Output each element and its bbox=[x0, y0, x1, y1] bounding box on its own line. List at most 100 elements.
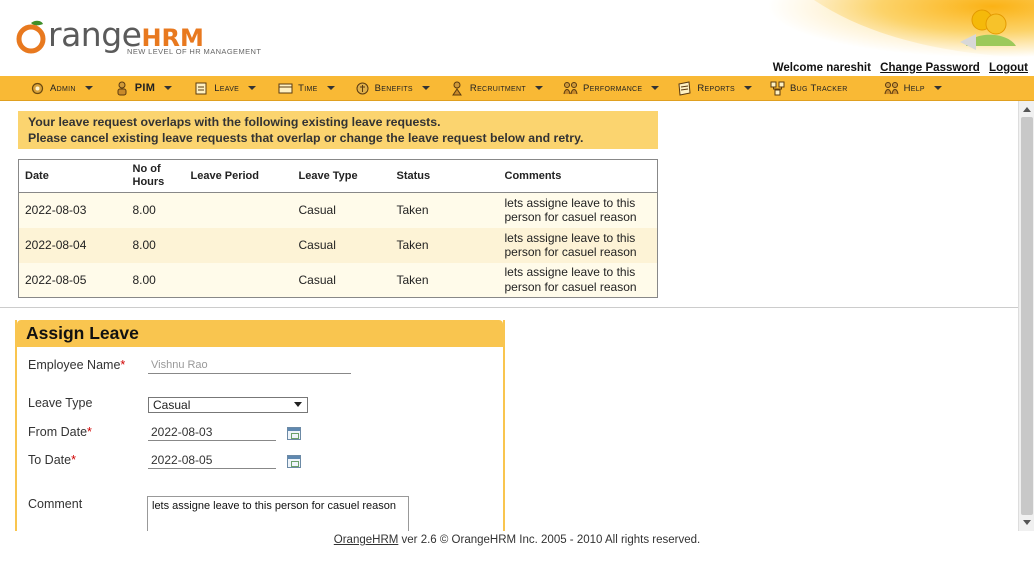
leave-icon bbox=[194, 81, 209, 96]
footer-text: ver 2.6 © OrangeHRM Inc. 2005 - 2010 All… bbox=[398, 534, 701, 546]
recruitment-icon bbox=[450, 81, 465, 96]
cell-comment: lets assigne leave to this person for cas… bbox=[498, 227, 658, 263]
cell-type: Casual bbox=[292, 262, 391, 298]
footer: OrangeHRM ver 2.6 © OrangeHRM Inc. 2005 … bbox=[0, 531, 1034, 571]
menu-label: Time bbox=[298, 82, 318, 94]
from-date-input[interactable]: 2022-08-03 bbox=[148, 425, 276, 441]
menu-label: Bug Tracker bbox=[790, 82, 848, 94]
admin-icon bbox=[30, 81, 45, 96]
header-decoration bbox=[754, 0, 1034, 64]
menu-label: Reports bbox=[697, 82, 735, 94]
chevron-down-icon bbox=[651, 86, 660, 90]
comment-line1: lets assigne leave to this bbox=[504, 230, 636, 245]
comment-line2: person for casuel reason bbox=[504, 245, 637, 259]
scroll-down-icon[interactable] bbox=[1023, 520, 1031, 525]
col-status: Status bbox=[390, 159, 499, 193]
menu-time[interactable]: Time bbox=[276, 76, 336, 101]
menu-benefits[interactable]: Benefits bbox=[353, 76, 432, 101]
reports-icon bbox=[677, 80, 692, 96]
comment-label: Comment bbox=[28, 497, 83, 511]
menu-pim[interactable]: PIM bbox=[113, 76, 174, 101]
orangehrm-logo[interactable]: rangeHRM NEW LEVEL OF HR MANAGEMENT bbox=[12, 6, 282, 66]
user-bar: Welcome nareshit Change Password Logout bbox=[773, 62, 1028, 74]
to-date-input[interactable]: 2022-08-05 bbox=[148, 453, 276, 469]
col-hours: No of Hours bbox=[126, 159, 185, 193]
chevron-down-icon bbox=[164, 86, 173, 90]
table-row: 2022-08-05 8.00 Casual Taken lets assign… bbox=[18, 262, 658, 298]
header: rangeHRM NEW LEVEL OF HR MANAGEMENT Welc… bbox=[0, 0, 1034, 76]
performance-icon bbox=[563, 81, 578, 96]
warning-line-1: Your leave request overlaps with the fol… bbox=[28, 115, 441, 129]
cell-hours: 8.00 bbox=[126, 262, 185, 298]
cell-hours: 8.00 bbox=[126, 192, 185, 228]
chevron-down-icon bbox=[744, 86, 752, 90]
divider bbox=[0, 307, 1018, 308]
cell-period bbox=[184, 227, 293, 263]
col-leave-type: Leave Type bbox=[292, 159, 391, 193]
menu-leave[interactable]: Leave bbox=[192, 76, 258, 101]
comment-textarea[interactable]: lets assigne leave to this person for ca… bbox=[147, 496, 409, 531]
logout-link[interactable]: Logout bbox=[989, 62, 1028, 74]
menu-label: Leave bbox=[214, 82, 240, 94]
cell-status: Taken bbox=[390, 227, 499, 263]
scrollbar-thumb[interactable] bbox=[1021, 117, 1033, 515]
col-leave-period: Leave Period bbox=[184, 159, 293, 193]
cell-hours: 8.00 bbox=[126, 227, 185, 263]
comment-line1: lets assigne leave to this bbox=[504, 265, 636, 280]
assign-leave-title: Assign Leave bbox=[17, 320, 503, 347]
employee-name-label: Employee Name* bbox=[28, 358, 125, 372]
menu-label: Benefits bbox=[374, 82, 413, 94]
menu-label: Admin bbox=[50, 82, 76, 94]
menu-label: PIM bbox=[134, 82, 156, 94]
to-date-label: To Date* bbox=[28, 453, 76, 467]
main-menu: Admin PIM Leave Time Benefits Recruitmen bbox=[0, 76, 1034, 101]
table-row: 2022-08-04 8.00 Casual Taken lets assign… bbox=[18, 227, 658, 263]
from-date-label-text: From Date bbox=[28, 425, 88, 439]
orange-fruit-icon bbox=[16, 20, 46, 54]
scroll-up-icon[interactable] bbox=[1023, 107, 1031, 112]
chevron-down-icon bbox=[933, 86, 942, 90]
orangehrm-footer-link[interactable]: OrangeHRM bbox=[334, 534, 399, 546]
cell-period bbox=[184, 262, 293, 298]
pim-icon bbox=[115, 81, 130, 96]
benefits-icon bbox=[355, 81, 370, 96]
leave-type-select[interactable]: Casual bbox=[148, 397, 308, 413]
cell-type: Casual bbox=[292, 192, 391, 228]
cell-date: 2022-08-03 bbox=[18, 192, 127, 228]
comment-line1: lets assigne leave to this bbox=[504, 195, 636, 210]
leave-type-selected: Casual bbox=[153, 398, 191, 412]
assign-leave-panel: Assign Leave Employee Name* Vishnu Rao L… bbox=[15, 320, 505, 531]
cell-date: 2022-08-04 bbox=[18, 227, 127, 263]
chevron-down-icon bbox=[294, 402, 302, 407]
chevron-down-icon bbox=[84, 86, 93, 90]
employee-name-label-text: Employee Name bbox=[28, 358, 121, 372]
chevron-down-icon bbox=[248, 86, 257, 90]
required-mark: * bbox=[120, 358, 126, 372]
overlap-leave-table: Date No of Hours Leave Period Leave Type … bbox=[18, 159, 658, 298]
employee-name-input[interactable]: Vishnu Rao bbox=[148, 358, 351, 374]
cell-date: 2022-08-05 bbox=[18, 262, 127, 298]
warning-line-2: Please cancel existing leave requests th… bbox=[28, 131, 584, 145]
from-date-label: From Date* bbox=[28, 425, 92, 439]
leave-type-label: Leave Type bbox=[28, 396, 93, 410]
calendar-icon[interactable] bbox=[287, 455, 301, 468]
menu-reports[interactable]: Reports bbox=[675, 76, 754, 101]
menu-bug-tracker[interactable]: Bug Tracker bbox=[768, 76, 850, 101]
menu-recruitment[interactable]: Recruitment bbox=[448, 76, 545, 101]
menu-label: Performance bbox=[582, 82, 643, 94]
chevron-down-icon bbox=[421, 86, 430, 90]
vertical-scrollbar[interactable] bbox=[1018, 101, 1034, 531]
change-password-link[interactable]: Change Password bbox=[880, 62, 980, 74]
comment-line2: person for casuel reason bbox=[504, 210, 637, 225]
menu-admin[interactable]: Admin bbox=[28, 76, 95, 101]
menu-help[interactable]: Help bbox=[882, 76, 944, 101]
calendar-icon[interactable] bbox=[287, 427, 301, 440]
main-content: Your leave request overlaps with the fol… bbox=[0, 101, 1018, 531]
help-icon bbox=[884, 81, 899, 96]
menu-performance[interactable]: Performance bbox=[561, 76, 661, 101]
col-hours-line2: Hours bbox=[132, 176, 165, 188]
welcome-text: Welcome nareshit bbox=[772, 62, 871, 74]
menu-label: Help bbox=[903, 82, 925, 94]
cell-status: Taken bbox=[390, 192, 499, 228]
table-row: 2022-08-03 8.00 Casual Taken lets assign… bbox=[18, 192, 658, 228]
